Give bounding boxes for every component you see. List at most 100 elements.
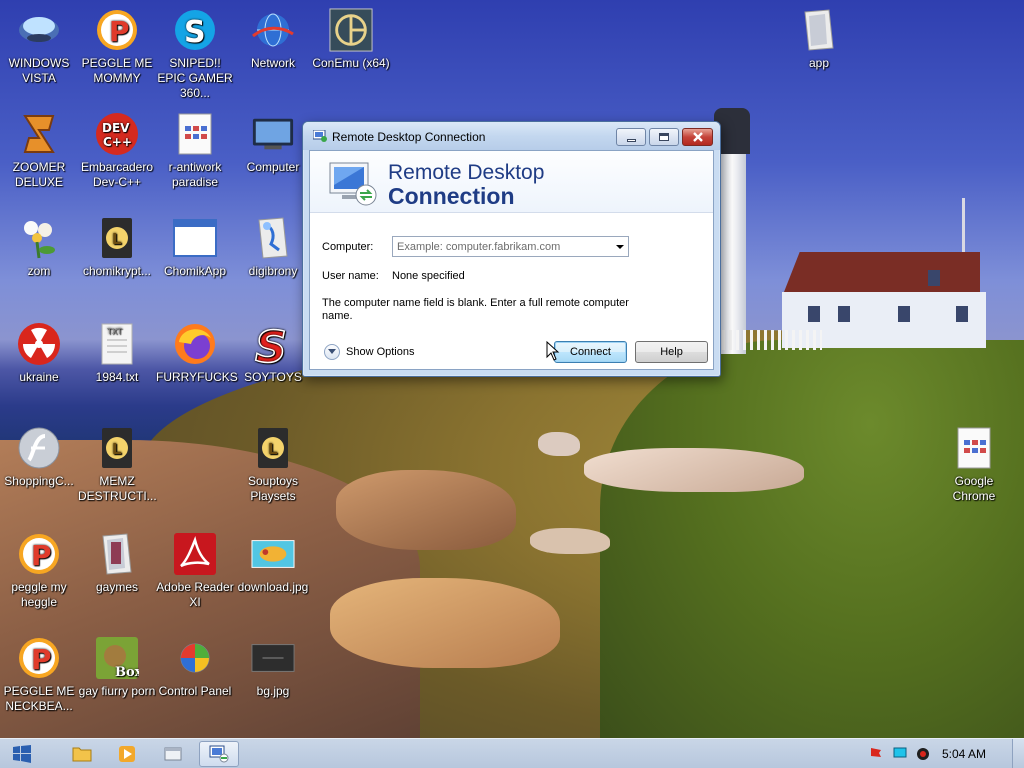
taskbar-clock[interactable]: 5:04 AM [942, 747, 986, 761]
desktop-icon[interactable]: gaymes [78, 532, 156, 595]
control-panel-icon [173, 636, 217, 680]
desktop-icon[interactable]: download.jpg [234, 532, 312, 595]
computer-combobox[interactable]: Example: computer.fabrikam.com [392, 236, 629, 257]
desktop-icon[interactable]: TXT 1984.txt [78, 322, 156, 385]
username-label: User name: [322, 270, 379, 282]
desktop-icon[interactable]: ShoppingC... [0, 426, 78, 489]
desktop-icon[interactable]: ConEmu (x64) [312, 8, 390, 71]
wallpaper-fence [722, 330, 822, 350]
folder-icon [797, 8, 841, 52]
archive-icon: L [95, 426, 139, 470]
taskbar-window[interactable] [153, 741, 193, 767]
svg-text:DEV: DEV [102, 121, 130, 135]
taskbar-remote-desktop[interactable] [199, 741, 239, 767]
wallpaper-grass [600, 340, 1024, 738]
wallpaper-rock [530, 528, 610, 554]
svg-text:Box: Box [115, 665, 139, 680]
network-icon [251, 8, 295, 52]
close-button[interactable] [682, 128, 713, 146]
wallpaper-rock [330, 578, 560, 668]
desktop-icon[interactable]: Adobe Reader XI [156, 532, 234, 610]
desktop-icon[interactable]: Computer [234, 112, 312, 175]
zuma-icon [17, 112, 61, 156]
svg-text:TXT: TXT [106, 327, 122, 336]
archive-icon: L [95, 216, 139, 260]
desktop-icon[interactable]: S SNIPED!! EPIC GAMER 360... [156, 8, 234, 101]
help-button[interactable]: Help [635, 341, 708, 363]
network-status-icon[interactable] [893, 747, 907, 759]
firefox-icon [173, 322, 217, 366]
desktop-icon[interactable]: ChomikApp [156, 216, 234, 279]
windows-logo-icon [13, 745, 31, 763]
peggle-icon: P [95, 8, 139, 52]
svg-text:L: L [112, 440, 122, 458]
desktop-icon[interactable]: bg.jpg [234, 636, 312, 699]
adobe-reader-icon [173, 532, 217, 576]
mouse-pointer-icon [546, 341, 560, 361]
taskbar-file-explorer[interactable] [62, 741, 102, 767]
skype-icon: S [173, 8, 217, 52]
connect-button[interactable]: Connect [554, 341, 627, 363]
desktop-icon[interactable]: WINDOWS VISTA [0, 8, 78, 86]
svg-text:P: P [109, 15, 130, 48]
desktop-icon[interactable]: FURRYFUCKS [156, 322, 238, 385]
flash-icon [17, 426, 61, 470]
show-options-toggle[interactable]: Show Options [324, 344, 414, 360]
show-desktop-button[interactable] [1012, 739, 1024, 768]
computer-placeholder: Example: computer.fabrikam.com [397, 241, 561, 253]
folder-icon [95, 532, 139, 576]
desktop-icon[interactable]: S SOYTOYS [234, 322, 312, 385]
desktop-icon[interactable]: P PEGGLE ME NECKBEA... [0, 636, 78, 714]
desktop-icon[interactable]: L chomikrypt... [78, 216, 156, 279]
desktop-icon[interactable]: DEV C++ Embarcadero Dev-C++ [78, 112, 156, 190]
taskbar-media-player[interactable] [107, 741, 147, 767]
start-button[interactable] [2, 741, 42, 767]
box-game-icon: Box [95, 636, 139, 680]
flower-icon [17, 216, 61, 260]
window-icon [164, 747, 182, 761]
desktop-icon[interactable]: ZOOMER DELUXE [0, 112, 78, 190]
conemu-icon [329, 8, 373, 52]
wallpaper-rock [584, 448, 804, 492]
computer-icon [251, 112, 295, 156]
desktop-icon[interactable]: zom [0, 216, 78, 279]
dialog-title: Remote Desktop Connection [332, 130, 486, 144]
dialog-body: Remote Desktop Connection Computer: Exam… [309, 150, 714, 370]
text-file-icon: TXT [95, 322, 139, 366]
flag-icon[interactable] [870, 747, 882, 759]
chevron-down-icon[interactable] [616, 245, 624, 249]
image-icon [251, 636, 295, 680]
desktop-icon[interactable]: ukraine [0, 322, 78, 385]
minimize-button[interactable] [616, 128, 646, 146]
document-icon [173, 112, 217, 156]
window-icon [173, 216, 217, 260]
desktop-icon[interactable]: Control Panel [156, 636, 234, 699]
maximize-button[interactable] [649, 128, 679, 146]
computer-label: Computer: [322, 241, 374, 253]
desktop-icon[interactable]: L Souptoys Playsets [234, 426, 312, 504]
wallpaper-rock [538, 432, 580, 456]
show-options-label: Show Options [346, 346, 415, 358]
desktop: WINDOWS VISTA ZOOMER DELUXE zom ukraine … [0, 0, 1024, 738]
svg-text:S: S [184, 15, 206, 50]
status-message: The computer name field is blank. Enter … [322, 297, 629, 322]
volume-icon[interactable] [916, 747, 929, 760]
desktop-icon[interactable]: app [780, 8, 858, 71]
username-value: None specified [392, 270, 465, 282]
taskbar: 5:04 AM [0, 738, 1024, 768]
devcpp-icon: DEV C++ [95, 112, 139, 156]
peggle-icon: P [17, 532, 61, 576]
close-icon [692, 132, 703, 142]
desktop-icon[interactable]: P peggle my heggle [0, 532, 78, 610]
desktop-icon[interactable]: Box gay fiurry porn [78, 636, 156, 699]
desktop-icon[interactable]: Network [234, 8, 312, 71]
image-icon [251, 532, 295, 576]
dialog-titlebar[interactable]: Remote Desktop Connection [303, 122, 720, 150]
banner-line1: Remote Desktop [388, 161, 545, 184]
expand-icon [324, 344, 340, 360]
desktop-icon[interactable]: Google Chrome [935, 426, 1013, 504]
desktop-icon[interactable]: L MEMZ DESTRUCTI... [78, 426, 157, 504]
desktop-icon[interactable]: P PEGGLE ME MOMMY [78, 8, 156, 86]
desktop-icon[interactable]: digibrony [234, 216, 312, 279]
desktop-icon[interactable]: r-antiwork paradise [156, 112, 234, 190]
